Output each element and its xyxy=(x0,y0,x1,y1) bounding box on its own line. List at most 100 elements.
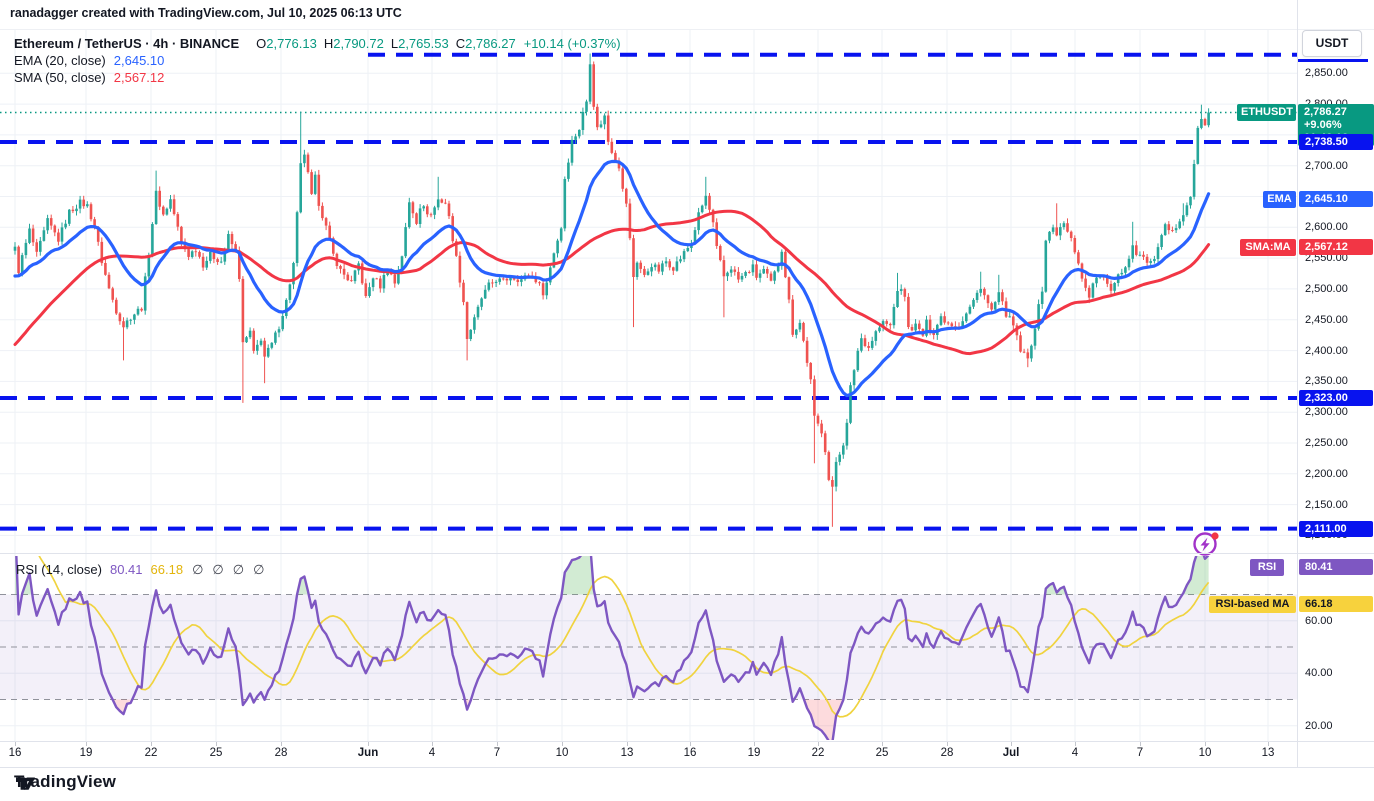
time-tick-mark xyxy=(497,742,498,746)
price-tick-label: 2,450.00 xyxy=(1305,314,1348,326)
rsi-empty-glyph: ∅ xyxy=(253,562,264,577)
time-tick-label: 4 xyxy=(429,747,435,759)
time-tick-label: 22 xyxy=(145,747,158,759)
time-tick-mark xyxy=(368,742,369,746)
price-tick-label: 2,500.00 xyxy=(1305,283,1348,295)
rsi-tick-label: 40.00 xyxy=(1305,667,1333,679)
time-tick-mark xyxy=(882,742,883,746)
low-label: L xyxy=(391,36,398,51)
symbol-title: Ethereum / TetherUS · 4h · BINANCE xyxy=(14,36,239,51)
time-tick-mark xyxy=(754,742,755,746)
pane-separator[interactable] xyxy=(0,553,1374,554)
level-badge-2323: 2,323.00 xyxy=(1299,390,1373,406)
time-tick-mark xyxy=(432,742,433,746)
price-tick-label: 2,250.00 xyxy=(1305,437,1348,449)
time-tick-label: 25 xyxy=(876,747,889,759)
currency-toggle-button[interactable]: USDT xyxy=(1302,30,1362,57)
level-badge-2738: 2,738.50 xyxy=(1299,134,1373,150)
price-tick-label: 2,850.00 xyxy=(1305,67,1348,79)
rsi-chip: RSI xyxy=(1250,559,1284,576)
price-tick-label: 2,350.00 xyxy=(1305,375,1348,387)
time-tick-mark xyxy=(818,742,819,746)
watermark-attribution: ranadagger created with TradingView.com,… xyxy=(10,6,402,20)
time-tick-mark xyxy=(1205,742,1206,746)
rsi-value-badge: 80.41 xyxy=(1299,559,1373,575)
ema-chip: EMA xyxy=(1263,191,1296,208)
footer-separator xyxy=(0,767,1374,768)
time-tick-mark xyxy=(947,742,948,746)
change-value: +10.14 (+0.37%) xyxy=(524,36,621,51)
time-tick-label: 22 xyxy=(812,747,825,759)
sma-value-badge: 2,567.12 xyxy=(1299,239,1373,255)
time-tick-label: 7 xyxy=(1137,747,1143,759)
rsi-tick-label: 20.00 xyxy=(1305,720,1333,732)
time-tick-mark xyxy=(562,742,563,746)
time-tick-mark xyxy=(627,742,628,746)
rsi-legend-value: 80.41 xyxy=(110,562,143,577)
rsi-ma-chip: RSI-based MA xyxy=(1209,596,1296,613)
time-tick-label: Jul xyxy=(1003,747,1020,759)
time-tick-mark xyxy=(690,742,691,746)
ema-legend-label: EMA (20, close) xyxy=(14,53,106,68)
rsi-empty-glyph: ∅ xyxy=(192,562,203,577)
time-tick-mark xyxy=(1140,742,1141,746)
time-tick-label: 28 xyxy=(275,747,288,759)
rsi-legend-row[interactable]: RSI (14, close)80.4166.18∅∅∅∅ xyxy=(16,562,264,578)
header-separator xyxy=(0,29,1374,30)
time-tick-label: 13 xyxy=(1262,747,1275,759)
ema-value-badge: 2,645.10 xyxy=(1299,191,1373,207)
time-tick-label: 7 xyxy=(494,747,500,759)
price-tick-label: 2,200.00 xyxy=(1305,468,1348,480)
rsi-empty-glyph: ∅ xyxy=(233,562,244,577)
sma-legend-label: SMA (50, close) xyxy=(14,70,106,85)
tradingview-logo-icon xyxy=(14,772,37,795)
sma-legend-row[interactable]: SMA (50, close) 2,567.12 xyxy=(14,70,164,85)
close-label: C xyxy=(456,36,465,51)
high-value: 2,790.72 xyxy=(333,36,384,51)
open-value: 2,776.13 xyxy=(266,36,317,51)
time-tick-mark xyxy=(15,742,16,746)
sma-legend-value: 2,567.12 xyxy=(114,70,165,85)
rsi-empty-glyph: ∅ xyxy=(212,562,223,577)
time-tick-label: 16 xyxy=(684,747,697,759)
time-tick-label: 4 xyxy=(1072,747,1078,759)
close-value: 2,786.27 xyxy=(465,36,516,51)
current-price: 2,786.27 xyxy=(1304,106,1374,119)
price-tick-label: 2,600.00 xyxy=(1305,221,1348,233)
ema-legend-value: 2,645.10 xyxy=(114,53,165,68)
tradingview-logo-link[interactable]: TradingView xyxy=(14,772,116,792)
chart-canvas[interactable] xyxy=(0,0,1374,801)
current-change-pct: +9.06% xyxy=(1304,119,1374,132)
rsi-legend-label: RSI (14, close) xyxy=(16,562,102,577)
symbol-chip: ETHUSDT xyxy=(1237,104,1296,121)
time-tick-label: 19 xyxy=(80,747,93,759)
high-label: H xyxy=(324,36,333,51)
time-tick-mark xyxy=(1268,742,1269,746)
rsi-tick-label: 60.00 xyxy=(1305,615,1333,627)
time-tick-mark xyxy=(281,742,282,746)
time-tick-label: 10 xyxy=(556,747,569,759)
time-tick-mark xyxy=(216,742,217,746)
level-badge-2111: 2,111.00 xyxy=(1299,521,1373,537)
price-tick-label: 2,300.00 xyxy=(1305,406,1348,418)
rsi-ma-value-badge: 66.18 xyxy=(1299,596,1373,612)
time-tick-mark xyxy=(1011,742,1012,746)
symbol-legend-row[interactable]: Ethereum / TetherUS · 4h · BINANCE O2,776… xyxy=(14,36,621,51)
time-tick-label: 25 xyxy=(210,747,223,759)
price-tick-label: 2,400.00 xyxy=(1305,345,1348,357)
time-tick-label: 16 xyxy=(9,747,22,759)
time-axis[interactable]: 1619222528Jun4710131619222528Jul471013 xyxy=(0,742,1374,767)
low-value: 2,765.53 xyxy=(398,36,449,51)
tradingview-chart-window: ranadagger created with TradingView.com,… xyxy=(0,0,1374,801)
level-axis-marker xyxy=(1298,59,1368,62)
price-tick-label: 2,700.00 xyxy=(1305,160,1348,172)
ema-legend-row[interactable]: EMA (20, close) 2,645.10 xyxy=(14,53,164,68)
time-tick-label: 28 xyxy=(941,747,954,759)
time-tick-label: 10 xyxy=(1199,747,1212,759)
time-tick-mark xyxy=(1075,742,1076,746)
price-tick-label: 2,150.00 xyxy=(1305,499,1348,511)
time-tick-label: Jun xyxy=(358,747,378,759)
time-tick-mark xyxy=(86,742,87,746)
open-label: O xyxy=(256,36,266,51)
time-tick-label: 19 xyxy=(748,747,761,759)
